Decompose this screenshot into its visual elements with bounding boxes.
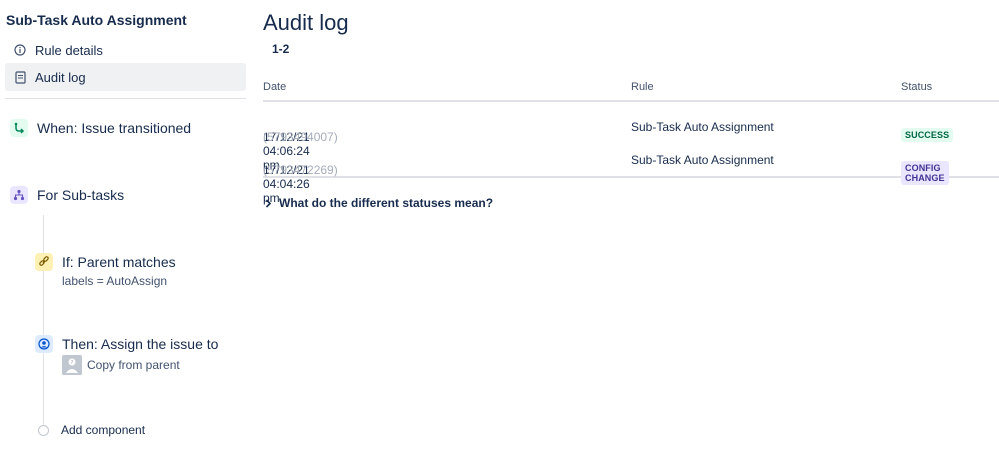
statuses-help-expander[interactable]: What do the different statuses mean? (265, 196, 493, 210)
hierarchy-icon (10, 186, 28, 204)
action-subtitle: Copy from parent (87, 358, 180, 372)
statuses-help-label: What do the different statuses mean? (279, 196, 494, 210)
info-icon (5, 44, 35, 56)
nav-rule-details[interactable]: Rule details (5, 36, 246, 64)
row-rule-link[interactable]: Sub-Task Auto Assignment (631, 153, 774, 167)
document-icon (5, 70, 35, 84)
rule-title: Sub-Task Auto Assignment (6, 12, 187, 28)
column-header-rule: Rule (631, 81, 654, 93)
action-component[interactable]: Then: Assign the issue to ? Copy from pa… (35, 335, 218, 375)
table-bottom-border (263, 176, 999, 178)
condition-title: If: Parent matches (62, 254, 176, 270)
condition-subtitle: labels = AutoAssign (62, 274, 168, 288)
trigger-title: When: Issue transitioned (37, 120, 192, 136)
nav-audit-log-label: Audit log (35, 69, 86, 85)
nav-audit-log[interactable]: Audit log (5, 63, 246, 91)
nav-rule-details-label: Rule details (35, 42, 103, 58)
column-header-status: Status (901, 81, 933, 93)
action-title: Then: Assign the issue to (62, 336, 219, 352)
table-row[interactable]: 17/12/21 04:06:24 pm (5793494007) Sub-Ta… (263, 110, 999, 172)
person-circle-icon (35, 335, 53, 353)
audit-log-table: Date Rule Status 17/12/21 04:06:24 pm (5… (263, 77, 999, 205)
chevron-right-icon (265, 198, 272, 208)
branch-arrow-icon (10, 119, 28, 137)
page-title: Audit log (263, 10, 349, 35)
flow-connector-line (43, 215, 44, 430)
branch-title: For Sub-tasks (37, 187, 125, 203)
add-dot-icon (38, 424, 49, 436)
table-header: Date Rule Status (263, 77, 999, 102)
add-component-button[interactable]: Add component (38, 423, 145, 437)
condition-component[interactable]: If: Parent matches labels = AutoAssign (35, 253, 176, 288)
rule-sidebar: Sub-Task Auto Assignment Rule details Au… (0, 0, 250, 457)
row-audit-id: (5793472269) (263, 163, 338, 177)
trigger-component[interactable]: When: Issue transitioned (10, 119, 191, 137)
row-rule-link[interactable]: Sub-Task Auto Assignment (631, 120, 774, 134)
row-audit-id: (5793494007) (263, 130, 338, 144)
sidebar-divider (5, 98, 246, 99)
branch-component[interactable]: For Sub-tasks (10, 186, 124, 204)
avatar: ? (62, 355, 82, 375)
link-icon (35, 253, 53, 271)
column-header-date: Date (263, 81, 287, 93)
result-range: 1-2 (272, 42, 290, 56)
add-component-label: Add component (61, 423, 146, 437)
table-row[interactable]: 17/12/21 04:04:26 pm (5793472269) Sub-Ta… (263, 143, 999, 205)
svg-text:?: ? (71, 360, 74, 366)
